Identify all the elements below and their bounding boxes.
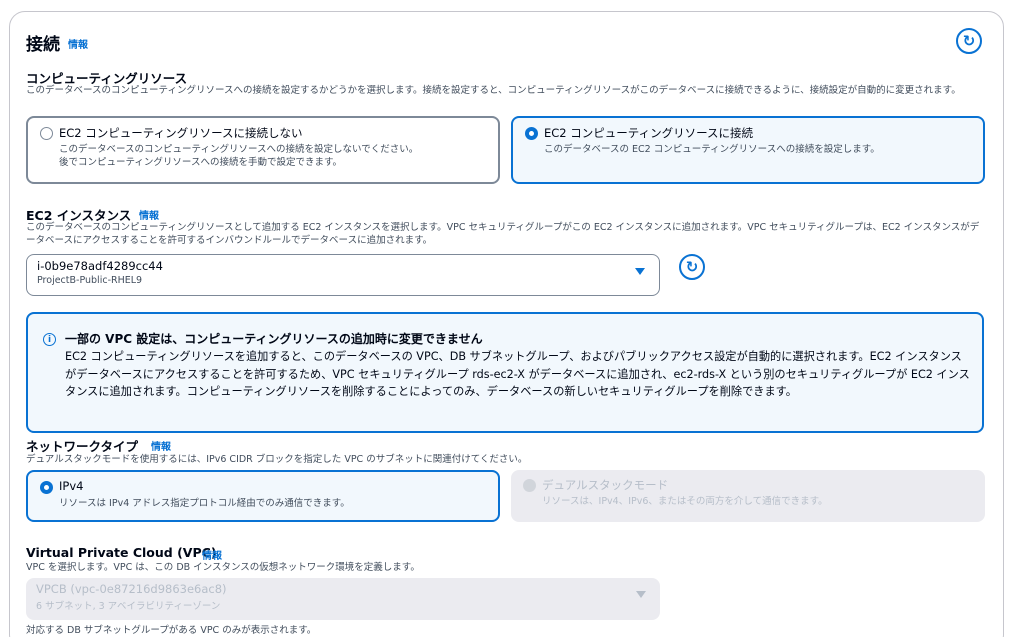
ec2-instance-id: i-0b9e78adf4289cc44	[37, 259, 163, 273]
vpc-info-link[interactable]: 情報	[202, 547, 222, 562]
refresh-icon[interactable]: ↻	[956, 28, 982, 54]
option-description: このデータベースのコンピューティングリソースへの接続を設定しないでください。 後…	[59, 143, 418, 169]
radio-selected[interactable]	[525, 127, 538, 140]
option-label: EC2 コンピューティングリソースに接続しない	[59, 126, 303, 140]
network-info-link[interactable]: 情報	[151, 438, 171, 453]
ec2-instance-select[interactable]: i-0b9e78adf4289cc44 ProjectB-Public-RHEL…	[26, 254, 660, 296]
vpc-footnote: 対応する DB サブネットグループがある VPC のみが表示されます。	[26, 625, 317, 636]
option-ipv4[interactable]: IPv4 リソースは IPv4 アドレス指定プロトコル経由でのみ通信できます。	[26, 470, 500, 522]
option-description: リソースは IPv4 アドレス指定プロトコル経由でのみ通信できます。	[59, 498, 350, 509]
alert-body: EC2 コンピューティングリソースを追加すると、このデータベースの VPC、DB…	[65, 350, 970, 398]
option-description: このデータベースの EC2 コンピューティングリソースへの接続を設定します。	[544, 144, 880, 155]
info-circle-icon: i	[43, 333, 56, 346]
caret-down-icon	[636, 591, 646, 598]
radio-selected[interactable]	[40, 481, 53, 494]
ec2-instance-description: このデータベースのコンピューティングリソースとして追加する EC2 インスタンス…	[26, 222, 980, 246]
connection-title: 接続	[26, 35, 60, 55]
option-description: リソースは、IPv4、IPv6、またはその両方を介して通信できます。	[542, 496, 828, 507]
ec2-instance-name: ProjectB-Public-RHEL9	[37, 275, 143, 286]
option-connect-ec2[interactable]: EC2 コンピューティングリソースに接続 このデータベースの EC2 コンピュー…	[511, 116, 985, 184]
option-label: IPv4	[59, 479, 84, 493]
radio-unselected[interactable]	[40, 127, 53, 140]
ec2-info-link[interactable]: 情報	[139, 207, 159, 222]
refresh-ec2-icon[interactable]: ↻	[679, 254, 705, 280]
alert-title: 一部の VPC 設定は、コンピューティングリソースの追加時に変更できません	[65, 332, 483, 346]
vpc-selected-value: VPCB (vpc-0e87216d9863e6ac8)	[36, 582, 227, 596]
vpc-settings-alert: i 一部の VPC 設定は、コンピューティングリソースの追加時に変更できません …	[26, 312, 984, 433]
radio-disabled	[523, 479, 536, 492]
option-label: デュアルスタックモード	[542, 478, 669, 492]
vpc-select: VPCB (vpc-0e87216d9863e6ac8) 6 サブネット, 3 …	[26, 578, 660, 620]
connection-info-link[interactable]: 情報	[68, 36, 88, 51]
option-description-line2: 後でコンピューティングリソースへの接続を手動で設定できます。	[59, 157, 343, 168]
option-do-not-connect-ec2[interactable]: EC2 コンピューティングリソースに接続しない このデータベースのコンピューティ…	[26, 116, 500, 184]
network-type-description: デュアルスタックモードを使用するには、IPv6 CIDR ブロックを指定した V…	[26, 454, 528, 465]
vpc-subtext: 6 サブネット, 3 アベイラビリティーゾーン	[36, 601, 221, 612]
option-description-line1: このデータベースのコンピューティングリソースへの接続を設定しないでください。	[59, 144, 419, 155]
compute-resource-description: このデータベースのコンピューティングリソースへの接続を設定するかどうかを選択しま…	[26, 85, 961, 96]
vpc-title: Virtual Private Cloud (VPC)	[26, 545, 217, 560]
caret-down-icon	[635, 268, 645, 275]
option-label: EC2 コンピューティングリソースに接続	[544, 126, 754, 140]
vpc-description: VPC を選択します。VPC は、この DB インスタンスの仮想ネットワーク環境…	[26, 562, 420, 573]
option-dual-stack[interactable]: デュアルスタックモード リソースは、IPv4、IPv6、またはその両方を介して通…	[511, 470, 985, 522]
